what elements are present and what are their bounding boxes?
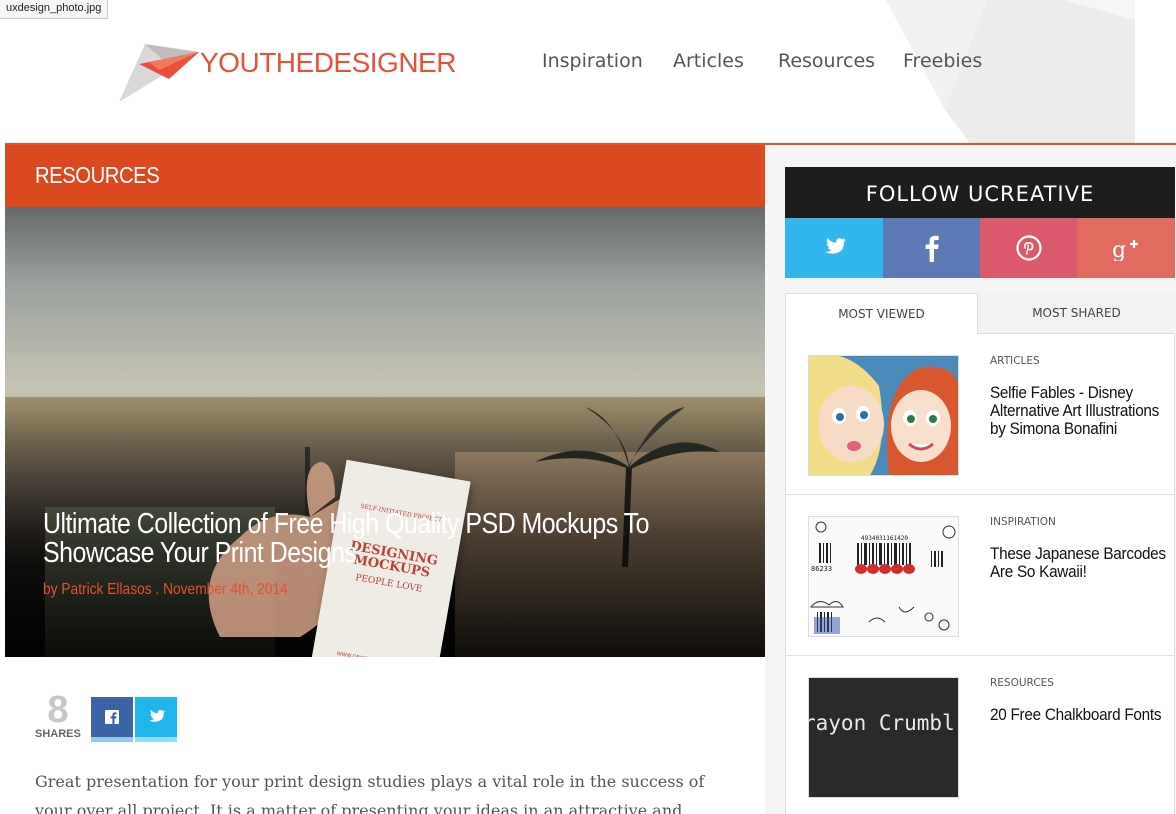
card-url: WWW.ORIGINALMOCKUPS.COM <box>318 648 433 657</box>
author-prefix: by <box>43 581 58 598</box>
file-tooltip: uxdesign_photo.jpg <box>0 0 109 19</box>
follow-google-plus-button[interactable]: g <box>1077 218 1175 278</box>
selfie-illustration <box>809 356 958 475</box>
pinterest-icon <box>1015 235 1042 261</box>
follow-facebook-button[interactable] <box>883 218 980 278</box>
share-twitter-underline <box>135 737 177 742</box>
post-title[interactable]: Selfie Fables - Disney Alternative Art I… <box>990 384 1170 438</box>
section-label[interactable]: RESOURCES <box>35 162 160 189</box>
post-thumbnail[interactable]: rayon Crumbl <box>808 677 959 798</box>
share-twitter-button[interactable] <box>135 697 177 742</box>
facebook-icon <box>91 697 133 737</box>
logo-part-designer: DESIGNER <box>313 47 457 78</box>
follow-pinterest-button[interactable] <box>980 218 1077 278</box>
logo-part-the: THE <box>259 47 314 78</box>
article-intro: Great presentation for your print design… <box>35 772 705 814</box>
author-link[interactable]: Patrick Ellasos <box>61 581 151 598</box>
post-title[interactable]: 20 Free Chalkboard Fonts <box>990 706 1170 724</box>
chalk-text: rayon Crumbl <box>809 711 955 735</box>
share-facebook-button[interactable] <box>91 697 133 742</box>
twitter-icon <box>135 697 177 737</box>
follow-twitter-button[interactable] <box>785 218 883 278</box>
article-title[interactable]: Ultimate Collection of Free High Quality… <box>43 510 679 568</box>
barcode-code: 86233 <box>811 565 832 573</box>
post-thumbnail[interactable]: 4934031161420 86233 <box>808 516 959 637</box>
tab-most-viewed[interactable]: MOST VIEWED <box>785 293 978 334</box>
post-category[interactable]: INSPIRATION <box>990 516 1056 528</box>
share-facebook-underline <box>91 737 133 742</box>
sidebar-post[interactable]: ARTICLES Selfie Fables - Disney Alternat… <box>785 334 1175 495</box>
article-date: November 4th, 2014 <box>163 581 288 598</box>
meta-separator: . <box>155 581 160 598</box>
follow-title: FOLLOW UCREATIVE <box>785 167 1175 218</box>
share-count: 8 <box>47 689 69 731</box>
sidebar-post[interactable]: rayon Crumbl RESOURCES 20 Free Chalkboar… <box>785 656 1175 814</box>
header-decoration <box>885 0 1135 143</box>
tab-most-shared[interactable]: MOST SHARED <box>978 293 1175 334</box>
logo-wordmark[interactable]: YOUTHEDESIGNER <box>200 47 456 79</box>
facebook-icon <box>925 235 939 262</box>
site-header: YOUTHEDESIGNER Inspiration Articles Reso… <box>5 0 1176 143</box>
nav-freebies[interactable]: Freebies <box>903 50 982 72</box>
share-label: SHARES <box>35 728 81 740</box>
barcode-illustration: 4934031161420 86233 <box>809 517 958 636</box>
barcode-number: 4934031161420 <box>861 535 908 542</box>
post-category[interactable]: ARTICLES <box>990 355 1040 367</box>
twitter-icon <box>825 238 846 254</box>
nav-articles[interactable]: Articles <box>673 50 744 72</box>
nav-resources[interactable]: Resources <box>778 50 875 72</box>
chalkboard-illustration: rayon Crumbl <box>809 678 958 797</box>
post-thumbnail[interactable] <box>808 355 959 476</box>
sidebar-post[interactable]: 4934031161420 86233 INSPIRATION These Ja… <box>785 495 1175 656</box>
article-meta: by Patrick Ellasos . November 4th, 2014 <box>43 581 288 599</box>
section-bar: RESOURCES <box>5 145 765 207</box>
logo-part-you: YOU <box>200 47 260 78</box>
svg-text:g: g <box>1112 238 1126 261</box>
post-category[interactable]: RESOURCES <box>990 677 1054 689</box>
hero-image[interactable]: SELF-INITIATED PROJECT DESIGNING MOCKUPS… <box>5 207 765 657</box>
google-plus-icon: g <box>1112 238 1138 261</box>
post-title[interactable]: These Japanese Barcodes Are So Kawaii! <box>990 545 1170 581</box>
sidebar-tabs: MOST VIEWED MOST SHARED <box>785 293 1175 334</box>
nav-inspiration[interactable]: Inspiration <box>542 50 643 72</box>
